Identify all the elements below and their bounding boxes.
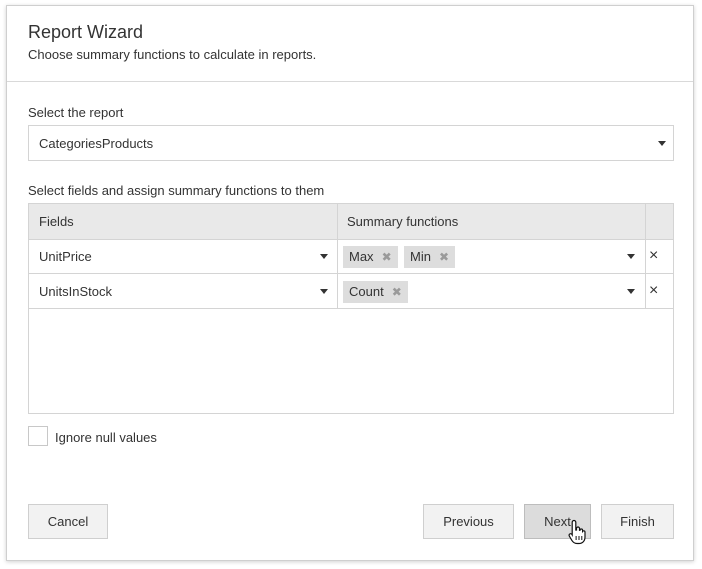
chevron-down-icon — [627, 289, 635, 294]
summary-functions-select[interactable]: Count ✖ — [338, 274, 645, 308]
dialog-header: Report Wizard Choose summary functions t… — [7, 6, 693, 82]
dialog-title: Report Wizard — [28, 22, 144, 42]
summary-functions-select[interactable]: Max ✖ Min ✖ — [338, 239, 645, 273]
fields-section-label: Select fields and assign summary functio… — [28, 183, 325, 198]
function-tag: Min ✖ — [404, 246, 456, 268]
report-select-label: Select the report — [28, 105, 124, 120]
table-row: UnitsInStock Count ✖ × — [29, 274, 673, 309]
field-select-value: UnitsInStock — [39, 284, 112, 299]
remove-tag-icon[interactable]: ✖ — [392, 285, 402, 299]
remove-row-icon[interactable]: × — [649, 246, 658, 266]
chevron-down-icon — [627, 254, 635, 259]
report-wizard-dialog: Report Wizard Choose summary functions t… — [6, 5, 694, 561]
column-header-fields: Fields — [39, 214, 74, 229]
ignore-null-checkbox[interactable] — [28, 426, 48, 446]
finish-button[interactable]: Finish — [601, 504, 674, 539]
remove-tag-icon[interactable]: ✖ — [439, 250, 449, 264]
function-tag: Max ✖ — [343, 246, 398, 268]
cancel-button[interactable]: Cancel — [28, 504, 108, 539]
column-header-summary-functions: Summary functions — [347, 214, 459, 229]
function-tag-label: Max — [349, 249, 374, 264]
grid-header: Fields Summary functions — [29, 204, 673, 240]
report-select-value: CategoriesProducts — [39, 136, 154, 151]
function-tag: Count ✖ — [343, 281, 408, 303]
remove-tag-icon[interactable]: ✖ — [382, 250, 392, 264]
ignore-null-label: Ignore null values — [55, 430, 157, 445]
field-select-value: UnitPrice — [39, 249, 92, 264]
dialog-subtitle: Choose summary functions to calculate in… — [28, 47, 317, 62]
chevron-down-icon — [320, 254, 328, 259]
remove-row-icon[interactable]: × — [649, 281, 658, 301]
report-select[interactable]: CategoriesProducts — [28, 125, 674, 161]
previous-button[interactable]: Previous — [423, 504, 514, 539]
function-tag-label: Min — [410, 249, 431, 264]
table-row: UnitPrice Max ✖ Min ✖ × — [29, 239, 673, 274]
field-select[interactable]: UnitsInStock — [29, 274, 337, 308]
field-select[interactable]: UnitPrice — [29, 239, 337, 273]
summary-grid: Fields Summary functions UnitPrice Max ✖ … — [28, 203, 674, 414]
chevron-down-icon — [658, 141, 666, 146]
function-tag-label: Count — [349, 284, 384, 299]
hand-pointer-cursor-icon — [568, 519, 586, 545]
chevron-down-icon — [320, 289, 328, 294]
